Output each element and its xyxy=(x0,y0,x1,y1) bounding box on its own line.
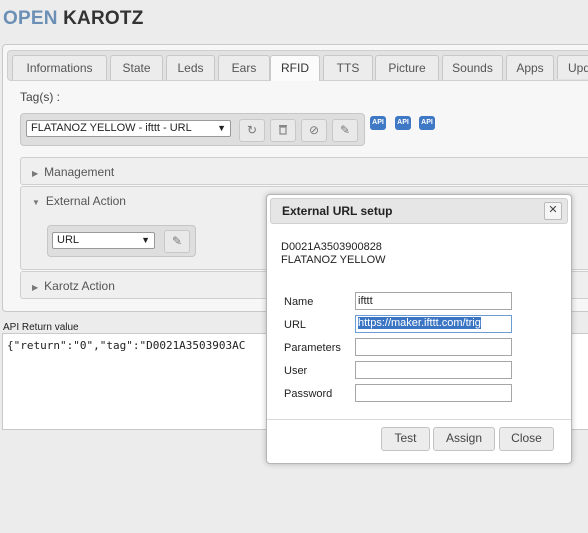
karotz-action-label: Karotz Action xyxy=(44,279,115,293)
dropdown-arrow-icon: ▼ xyxy=(217,123,226,133)
tab-sounds[interactable]: Sounds xyxy=(442,55,503,80)
name-label: Name xyxy=(284,296,314,308)
tag-id-text: D0021A3503900828 xyxy=(281,241,382,253)
user-label: User xyxy=(284,365,308,377)
tab-apps[interactable]: Apps xyxy=(506,55,554,80)
external-url-dialog: External URL setup ✕ D0021A3503900828 FL… xyxy=(266,194,572,464)
pencil-icon[interactable]: ✎ xyxy=(332,119,358,142)
tab-ears[interactable]: Ears xyxy=(218,55,270,80)
action-type-toolbar: URL ▼ ✎ xyxy=(47,225,196,257)
api-return-text: {"return":"0","tag":"D0021A3503903AC xyxy=(7,339,246,352)
caret-right-icon: ▶ xyxy=(32,283,39,292)
tag-select-value: FLATANOZ YELLOW - ifttt - URL xyxy=(31,122,192,134)
dropdown-arrow-icon: ▼ xyxy=(141,235,150,245)
test-button[interactable]: Test xyxy=(381,427,430,451)
api-badge-1[interactable]: API xyxy=(370,116,386,130)
external-action-header[interactable]: ▼ External Action xyxy=(32,187,126,215)
tag-select[interactable]: FLATANOZ YELLOW - ifttt - URL ▼ xyxy=(26,120,231,137)
url-label: URL xyxy=(284,319,307,331)
action-type-select[interactable]: URL ▼ xyxy=(52,232,155,249)
url-field[interactable]: https://maker.ifttt.com/trig xyxy=(355,315,512,333)
ban-icon[interactable]: ⊘ xyxy=(301,119,327,142)
tab-tts[interactable]: TTS xyxy=(323,55,373,80)
api-badge-2[interactable]: API xyxy=(395,116,411,130)
parameters-field[interactable] xyxy=(355,338,512,356)
management-header[interactable]: ▶ Management xyxy=(32,158,114,186)
external-action-label: External Action xyxy=(45,194,126,208)
tab-rfid[interactable]: RFID xyxy=(270,55,320,81)
pencil-icon[interactable]: ✎ xyxy=(164,230,190,253)
caret-down-icon: ▼ xyxy=(32,198,40,207)
tab-update[interactable]: Upd xyxy=(557,55,588,79)
tag-name-text: FLATANOZ YELLOW xyxy=(281,254,386,266)
parameters-label: Parameters xyxy=(284,342,341,354)
user-field[interactable] xyxy=(355,361,512,379)
trash-icon[interactable] xyxy=(270,119,296,142)
close-button[interactable]: Close xyxy=(499,427,554,451)
logo-karotz-text: KAROTZ xyxy=(63,8,144,29)
close-icon[interactable]: ✕ xyxy=(544,202,562,220)
tab-bar: Informations State Leds Ears RFID TTS Pi… xyxy=(7,50,588,81)
name-field[interactable] xyxy=(355,292,512,310)
tab-state[interactable]: State xyxy=(110,55,163,80)
karotz-action-header[interactable]: ▶ Karotz Action xyxy=(32,272,115,300)
password-label: Password xyxy=(284,388,333,400)
refresh-icon[interactable]: ↻ xyxy=(239,119,265,142)
url-field-value: https://maker.ifttt.com/trig xyxy=(358,317,481,329)
password-field[interactable] xyxy=(355,384,512,402)
assign-button[interactable]: Assign xyxy=(433,427,495,451)
dialog-divider xyxy=(267,419,571,420)
tags-label: Tag(s) : xyxy=(20,90,61,104)
logo-open-text: OPEN xyxy=(3,8,58,29)
api-badge-3[interactable]: API xyxy=(419,116,435,130)
tag-toolbar: FLATANOZ YELLOW - ifttt - URL ▼ ↻ ⊘ ✎ xyxy=(20,113,365,146)
management-section[interactable]: ▶ Management xyxy=(20,157,588,185)
dialog-title: External URL setup xyxy=(282,204,393,218)
app-logo: OPEN KAROTZ xyxy=(3,8,144,30)
caret-right-icon: ▶ xyxy=(32,169,39,178)
management-label: Management xyxy=(44,165,115,179)
tab-informations[interactable]: Informations xyxy=(12,55,107,80)
action-type-value: URL xyxy=(57,234,80,246)
api-return-label: API Return value xyxy=(3,322,79,333)
tab-leds[interactable]: Leds xyxy=(166,55,215,80)
tab-picture[interactable]: Picture xyxy=(375,55,439,80)
dialog-titlebar[interactable]: External URL setup ✕ xyxy=(270,198,568,224)
